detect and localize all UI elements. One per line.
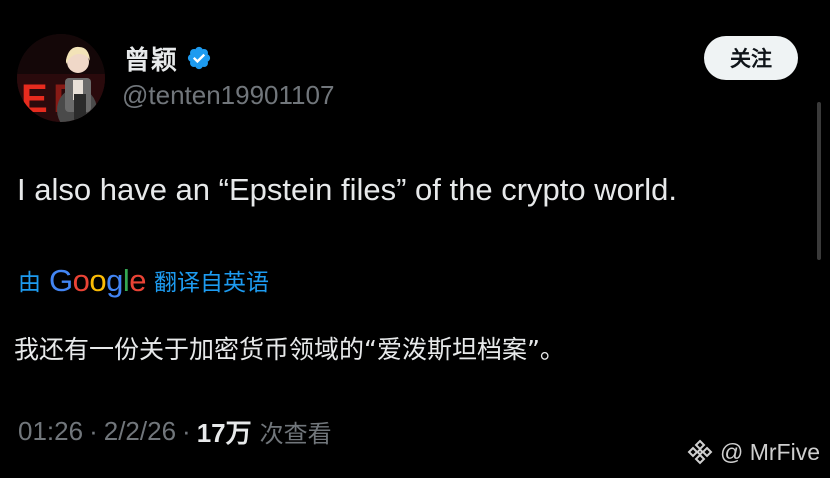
google-letter-g2: g: [106, 262, 123, 298]
google-letter-e: e: [129, 262, 147, 298]
binance-icon: [687, 439, 713, 465]
google-letter-o2: o: [89, 262, 107, 298]
watermark-text: @ MrFive: [720, 438, 821, 465]
view-label: 次查看: [259, 419, 332, 448]
google-letter-g1: G: [49, 262, 73, 298]
author-handle[interactable]: @tenten19901107: [122, 80, 334, 111]
translation-suffix: 翻译自英语: [154, 270, 270, 296]
translation-prefix: 由: [18, 270, 41, 296]
meta-separator: ·: [182, 415, 191, 446]
verified-badge-icon: [187, 46, 211, 70]
follow-button[interactable]: 关注: [704, 36, 798, 80]
tweet-date[interactable]: 2/2/26: [104, 416, 176, 447]
watermark: @ MrFive: [686, 434, 820, 470]
avatar[interactable]: E D: [17, 34, 105, 122]
google-letter-o1: o: [72, 262, 90, 298]
view-count[interactable]: 17万: [197, 413, 252, 450]
scrollbar-thumb[interactable]: [817, 102, 821, 260]
tweet-time[interactable]: 01:26: [18, 416, 83, 447]
google-logo: Google: [49, 262, 147, 298]
author-name-row: 曾颖: [124, 38, 212, 78]
svg-text:E: E: [21, 77, 48, 121]
translation-attribution[interactable]: 由 Google 翻译自英语: [18, 262, 269, 298]
meta-separator: ·: [89, 415, 98, 446]
display-name[interactable]: 曾颖: [124, 40, 178, 77]
avatar-photo-icon: E D: [17, 34, 105, 122]
tweet-detail: E D 曾颖 @tenten19901107 关注 I also have an…: [0, 0, 830, 478]
translated-text: 我还有一份关于加密货币领域的“爱泼斯坦档案”。: [14, 335, 565, 364]
tweet-text: I also have an “Epstein files” of the cr…: [17, 172, 677, 207]
tweet-meta: 01:26 · 2/2/26 · 17万 次查看: [18, 413, 332, 449]
